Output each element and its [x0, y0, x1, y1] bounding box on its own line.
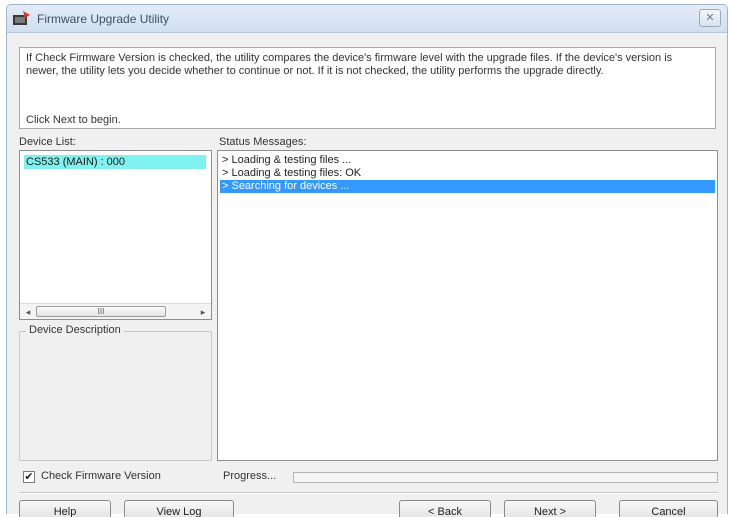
scrollbar-thumb[interactable]: III	[36, 306, 166, 317]
device-list-scrollbar[interactable]: ◂ III ▸	[20, 303, 211, 319]
device-list-label: Device List:	[19, 136, 76, 148]
next-button[interactable]: Next >	[504, 500, 596, 517]
info-text: If Check Firmware Version is checked, th…	[26, 52, 673, 77]
arrow-left-icon[interactable]: ◂	[22, 306, 34, 318]
click-next-instruction: Click Next to begin.	[26, 114, 121, 126]
arrow-right-icon[interactable]: ▸	[197, 306, 209, 318]
info-panel: If Check Firmware Version is checked, th…	[19, 47, 716, 129]
status-messages-box[interactable]: > Loading & testing files ... > Loading …	[217, 150, 718, 461]
status-messages-label: Status Messages:	[219, 136, 307, 148]
firmware-app-icon	[13, 11, 30, 25]
progress-label: Progress...	[223, 470, 277, 482]
check-firmware-label[interactable]: Check Firmware Version	[41, 470, 161, 482]
close-icon[interactable]: ✕	[699, 9, 721, 27]
status-line: > Loading & testing files ...	[222, 154, 352, 166]
device-list[interactable]: CS533 (MAIN) : 000 ◂ III ▸	[19, 150, 212, 320]
status-line: > Loading & testing files: OK	[222, 167, 362, 179]
check-firmware-checkbox[interactable]: ✔	[23, 471, 35, 483]
status-line-selected: > Searching for devices ...	[220, 180, 715, 193]
firmware-upgrade-window: Firmware Upgrade Utility ✕ If Check Firm…	[6, 4, 728, 517]
device-description-label: Device Description	[26, 324, 124, 336]
title-bar[interactable]: Firmware Upgrade Utility ✕	[7, 5, 727, 33]
dialog-body: If Check Firmware Version is checked, th…	[7, 34, 727, 517]
progress-bar	[293, 472, 718, 483]
view-log-button[interactable]: View Log	[124, 500, 234, 517]
window-title: Firmware Upgrade Utility	[37, 12, 170, 26]
device-description-group: Device Description	[19, 324, 212, 461]
back-button[interactable]: < Back	[399, 500, 491, 517]
device-list-item[interactable]: CS533 (MAIN) : 000	[24, 155, 206, 169]
help-button[interactable]: Help	[19, 500, 111, 517]
divider	[19, 492, 718, 494]
cancel-button[interactable]: Cancel	[619, 500, 718, 517]
